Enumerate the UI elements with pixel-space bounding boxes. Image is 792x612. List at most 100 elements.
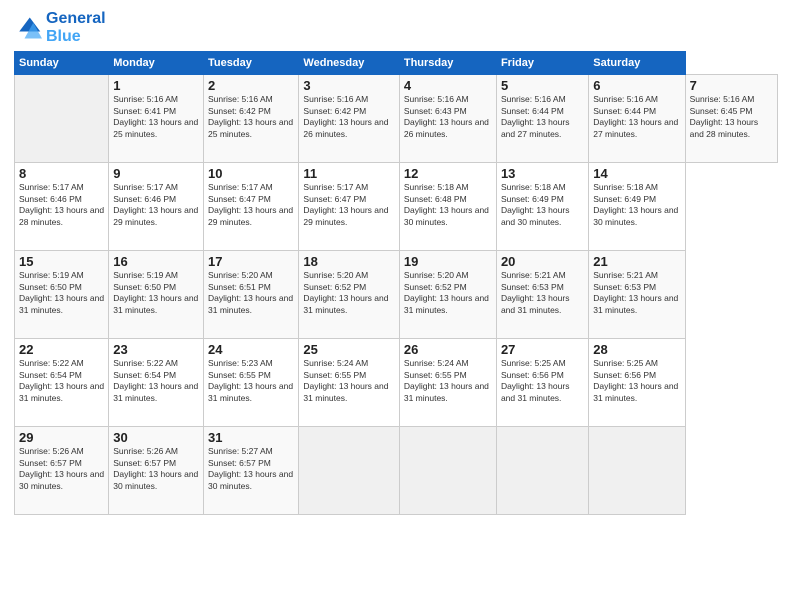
day-info: Sunrise: 5:26 AMSunset: 6:57 PMDaylight:… xyxy=(19,446,104,492)
page: General Blue SundayMondayTuesdayWednesda… xyxy=(0,0,792,612)
day-info: Sunrise: 5:17 AMSunset: 6:46 PMDaylight:… xyxy=(19,182,104,228)
calendar-week-2: 15 Sunrise: 5:19 AMSunset: 6:50 PMDaylig… xyxy=(15,251,778,339)
calendar-week-0: 1 Sunrise: 5:16 AMSunset: 6:41 PMDayligh… xyxy=(15,75,778,163)
calendar-cell: 15 Sunrise: 5:19 AMSunset: 6:50 PMDaylig… xyxy=(15,251,109,339)
header-cell-sunday: Sunday xyxy=(15,52,109,75)
calendar-cell: 19 Sunrise: 5:20 AMSunset: 6:52 PMDaylig… xyxy=(399,251,496,339)
day-info: Sunrise: 5:24 AMSunset: 6:55 PMDaylight:… xyxy=(404,358,492,404)
header-cell-tuesday: Tuesday xyxy=(204,52,299,75)
day-number: 17 xyxy=(208,254,294,269)
calendar-cell xyxy=(299,427,399,515)
day-info: Sunrise: 5:17 AMSunset: 6:47 PMDaylight:… xyxy=(208,182,294,228)
day-number: 28 xyxy=(593,342,680,357)
day-info: Sunrise: 5:17 AMSunset: 6:47 PMDaylight:… xyxy=(303,182,394,228)
calendar-cell: 14 Sunrise: 5:18 AMSunset: 6:49 PMDaylig… xyxy=(589,163,685,251)
day-number: 15 xyxy=(19,254,104,269)
calendar-cell: 22 Sunrise: 5:22 AMSunset: 6:54 PMDaylig… xyxy=(15,339,109,427)
logo-line2: Blue xyxy=(46,28,106,46)
day-number: 21 xyxy=(593,254,680,269)
calendar-cell: 25 Sunrise: 5:24 AMSunset: 6:55 PMDaylig… xyxy=(299,339,399,427)
calendar-cell: 5 Sunrise: 5:16 AMSunset: 6:44 PMDayligh… xyxy=(496,75,588,163)
calendar-cell: 28 Sunrise: 5:25 AMSunset: 6:56 PMDaylig… xyxy=(589,339,685,427)
day-info: Sunrise: 5:20 AMSunset: 6:52 PMDaylight:… xyxy=(303,270,394,316)
calendar-cell: 27 Sunrise: 5:25 AMSunset: 6:56 PMDaylig… xyxy=(496,339,588,427)
day-info: Sunrise: 5:22 AMSunset: 6:54 PMDaylight:… xyxy=(19,358,104,404)
day-info: Sunrise: 5:16 AMSunset: 6:44 PMDaylight:… xyxy=(501,94,584,140)
calendar-week-4: 29 Sunrise: 5:26 AMSunset: 6:57 PMDaylig… xyxy=(15,427,778,515)
day-number: 23 xyxy=(113,342,199,357)
day-info: Sunrise: 5:16 AMSunset: 6:44 PMDaylight:… xyxy=(593,94,680,140)
day-number: 12 xyxy=(404,166,492,181)
day-number: 9 xyxy=(113,166,199,181)
day-info: Sunrise: 5:24 AMSunset: 6:55 PMDaylight:… xyxy=(303,358,394,404)
day-number: 10 xyxy=(208,166,294,181)
day-info: Sunrise: 5:27 AMSunset: 6:57 PMDaylight:… xyxy=(208,446,294,492)
day-info: Sunrise: 5:16 AMSunset: 6:43 PMDaylight:… xyxy=(404,94,492,140)
calendar-cell: 2 Sunrise: 5:16 AMSunset: 6:42 PMDayligh… xyxy=(204,75,299,163)
day-number: 19 xyxy=(404,254,492,269)
day-number: 29 xyxy=(19,430,104,445)
day-number: 4 xyxy=(404,78,492,93)
day-number: 13 xyxy=(501,166,584,181)
calendar-body: 1 Sunrise: 5:16 AMSunset: 6:41 PMDayligh… xyxy=(15,75,778,515)
logo-icon xyxy=(14,14,42,42)
calendar-cell: 4 Sunrise: 5:16 AMSunset: 6:43 PMDayligh… xyxy=(399,75,496,163)
header-cell-friday: Friday xyxy=(496,52,588,75)
calendar-cell: 23 Sunrise: 5:22 AMSunset: 6:54 PMDaylig… xyxy=(109,339,204,427)
day-number: 14 xyxy=(593,166,680,181)
day-number: 16 xyxy=(113,254,199,269)
calendar-cell: 9 Sunrise: 5:17 AMSunset: 6:46 PMDayligh… xyxy=(109,163,204,251)
header-cell-wednesday: Wednesday xyxy=(299,52,399,75)
day-info: Sunrise: 5:16 AMSunset: 6:45 PMDaylight:… xyxy=(690,94,773,140)
day-number: 3 xyxy=(303,78,394,93)
calendar-cell: 7 Sunrise: 5:16 AMSunset: 6:45 PMDayligh… xyxy=(685,75,777,163)
day-number: 30 xyxy=(113,430,199,445)
calendar-cell: 20 Sunrise: 5:21 AMSunset: 6:53 PMDaylig… xyxy=(496,251,588,339)
day-number: 22 xyxy=(19,342,104,357)
day-number: 1 xyxy=(113,78,199,93)
calendar-cell: 1 Sunrise: 5:16 AMSunset: 6:41 PMDayligh… xyxy=(109,75,204,163)
day-info: Sunrise: 5:21 AMSunset: 6:53 PMDaylight:… xyxy=(501,270,584,316)
calendar-cell: 18 Sunrise: 5:20 AMSunset: 6:52 PMDaylig… xyxy=(299,251,399,339)
calendar-cell: 6 Sunrise: 5:16 AMSunset: 6:44 PMDayligh… xyxy=(589,75,685,163)
day-number: 5 xyxy=(501,78,584,93)
calendar-cell: 31 Sunrise: 5:27 AMSunset: 6:57 PMDaylig… xyxy=(204,427,299,515)
calendar-cell: 10 Sunrise: 5:17 AMSunset: 6:47 PMDaylig… xyxy=(204,163,299,251)
day-info: Sunrise: 5:23 AMSunset: 6:55 PMDaylight:… xyxy=(208,358,294,404)
day-info: Sunrise: 5:26 AMSunset: 6:57 PMDaylight:… xyxy=(113,446,199,492)
logo: General Blue xyxy=(14,10,106,45)
day-number: 18 xyxy=(303,254,394,269)
day-info: Sunrise: 5:25 AMSunset: 6:56 PMDaylight:… xyxy=(593,358,680,404)
calendar-cell-empty xyxy=(15,75,109,163)
day-info: Sunrise: 5:16 AMSunset: 6:42 PMDaylight:… xyxy=(208,94,294,140)
calendar-cell: 30 Sunrise: 5:26 AMSunset: 6:57 PMDaylig… xyxy=(109,427,204,515)
header-cell-saturday: Saturday xyxy=(589,52,685,75)
day-info: Sunrise: 5:19 AMSunset: 6:50 PMDaylight:… xyxy=(19,270,104,316)
day-number: 2 xyxy=(208,78,294,93)
calendar-cell: 21 Sunrise: 5:21 AMSunset: 6:53 PMDaylig… xyxy=(589,251,685,339)
header-cell-monday: Monday xyxy=(109,52,204,75)
day-number: 8 xyxy=(19,166,104,181)
day-info: Sunrise: 5:25 AMSunset: 6:56 PMDaylight:… xyxy=(501,358,584,404)
calendar-cell: 12 Sunrise: 5:18 AMSunset: 6:48 PMDaylig… xyxy=(399,163,496,251)
day-number: 11 xyxy=(303,166,394,181)
calendar-table: SundayMondayTuesdayWednesdayThursdayFrid… xyxy=(14,51,778,515)
calendar-cell xyxy=(399,427,496,515)
day-info: Sunrise: 5:21 AMSunset: 6:53 PMDaylight:… xyxy=(593,270,680,316)
day-number: 31 xyxy=(208,430,294,445)
calendar-cell xyxy=(589,427,685,515)
day-number: 20 xyxy=(501,254,584,269)
day-info: Sunrise: 5:22 AMSunset: 6:54 PMDaylight:… xyxy=(113,358,199,404)
day-info: Sunrise: 5:16 AMSunset: 6:41 PMDaylight:… xyxy=(113,94,199,140)
day-number: 25 xyxy=(303,342,394,357)
calendar-cell: 16 Sunrise: 5:19 AMSunset: 6:50 PMDaylig… xyxy=(109,251,204,339)
header-cell-thursday: Thursday xyxy=(399,52,496,75)
day-info: Sunrise: 5:17 AMSunset: 6:46 PMDaylight:… xyxy=(113,182,199,228)
calendar-cell: 3 Sunrise: 5:16 AMSunset: 6:42 PMDayligh… xyxy=(299,75,399,163)
day-number: 7 xyxy=(690,78,773,93)
calendar-header-row: SundayMondayTuesdayWednesdayThursdayFrid… xyxy=(15,52,778,75)
day-number: 27 xyxy=(501,342,584,357)
calendar-cell: 26 Sunrise: 5:24 AMSunset: 6:55 PMDaylig… xyxy=(399,339,496,427)
day-info: Sunrise: 5:19 AMSunset: 6:50 PMDaylight:… xyxy=(113,270,199,316)
day-info: Sunrise: 5:18 AMSunset: 6:49 PMDaylight:… xyxy=(593,182,680,228)
